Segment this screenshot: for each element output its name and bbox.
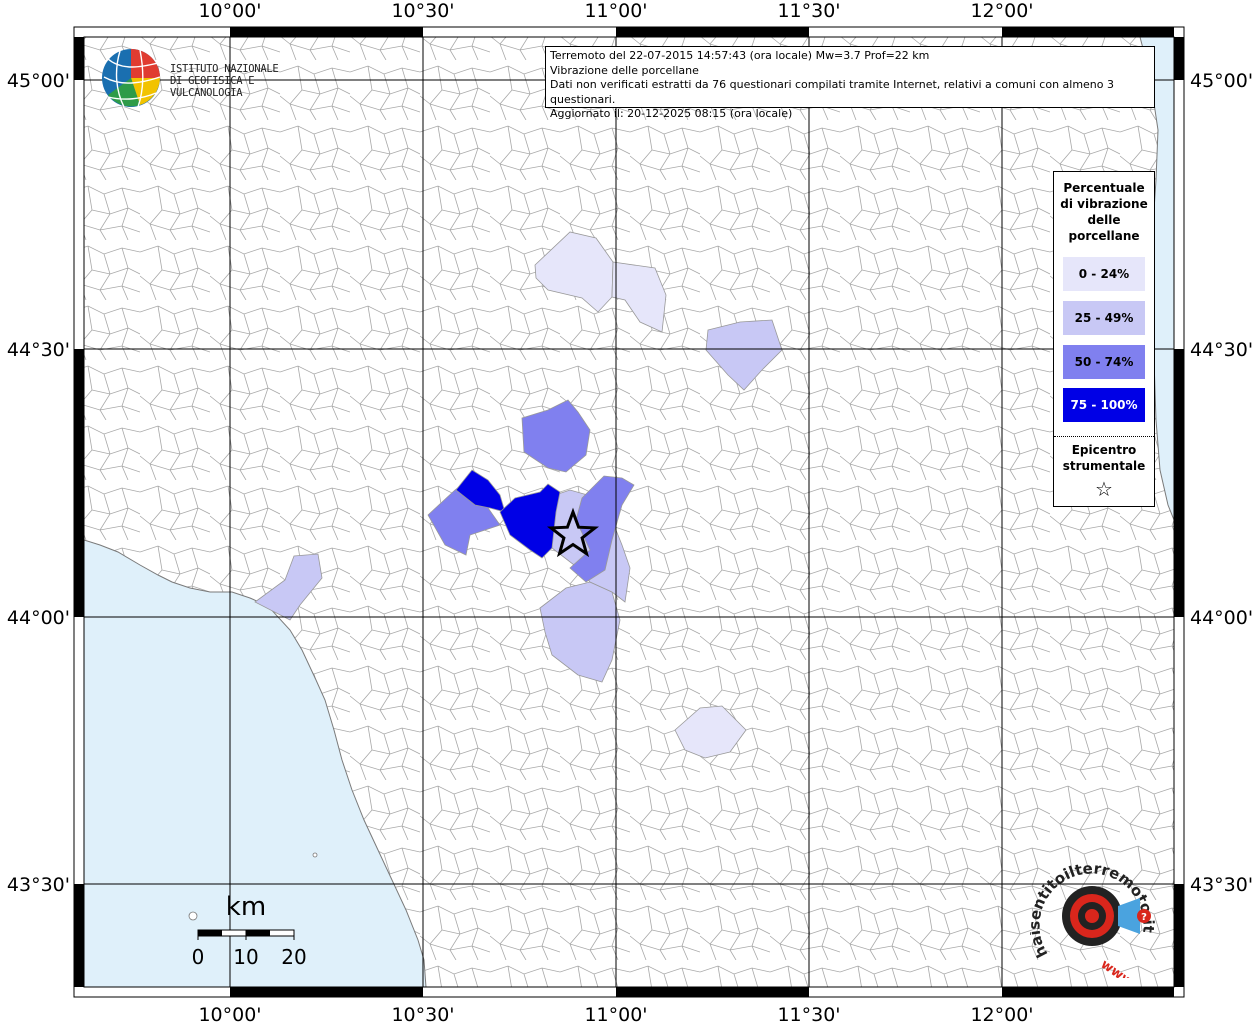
legend-epicenter-line: Epicentro <box>1071 443 1137 457</box>
island <box>188 911 198 921</box>
legend-star-icon: ☆ <box>1095 477 1113 501</box>
legend-title-line: Percentuale <box>1063 181 1145 195</box>
top-label: 11°00' <box>584 0 647 22</box>
legend-class-50-74: 50 - 74% <box>1063 345 1145 379</box>
globe-icon <box>102 49 161 108</box>
map-parameter: Vibrazione delle porcellane <box>550 63 699 77</box>
left-label: 44°00' <box>7 607 70 629</box>
hsit-logo: haisentitoilterremoto.it ? www. <box>1025 858 1160 992</box>
bottom-label: 10°00' <box>198 1004 261 1024</box>
legend-epicenter-line: strumentale <box>1062 459 1146 473</box>
right-label: 45°00' <box>1190 70 1253 92</box>
scale-unit: km <box>226 892 266 922</box>
top-label: 12°00' <box>970 0 1033 22</box>
legend-title-line: di vibrazione <box>1060 197 1148 211</box>
event-info-box: Terremoto del 22-07-2015 14:57:43 (ora l… <box>545 46 1155 120</box>
bottom-label: 11°30' <box>777 1004 840 1024</box>
data-note: Dati non verificati estratti da 76 quest… <box>550 78 1115 106</box>
ingv-logo: ISTITUTO NAZIONALE DI GEOFISICA E VULCAN… <box>100 47 320 109</box>
legend-epicenter-label: Epicentro strumentale <box>1054 442 1154 474</box>
update-time: Aggiornato il: 20-12-2025 08:15 (ora loc… <box>550 107 793 120</box>
left-label: 45°00' <box>7 70 70 92</box>
top-label: 11°30' <box>777 0 840 22</box>
top-label: 10°00' <box>198 0 261 22</box>
scale-label: 20 <box>281 945 306 969</box>
legend-class-75-100: 75 - 100% <box>1063 388 1145 422</box>
legend-class-0-24: 0 - 24% <box>1063 257 1145 291</box>
bottom-label: 11°00' <box>584 1004 647 1024</box>
island <box>312 852 318 858</box>
right-label: 43°30' <box>1190 874 1253 896</box>
top-label: 10°30' <box>391 0 454 22</box>
bottom-label: 12°00' <box>970 1004 1033 1024</box>
event-title: Terremoto del 22-07-2015 14:57:43 (ora l… <box>550 49 930 62</box>
left-label: 43°30' <box>7 874 70 896</box>
left-label: 44°30' <box>7 339 70 361</box>
ingv-line2: DI GEOFISICA E VULCANOLOGIA <box>170 75 255 99</box>
map-area <box>84 37 1174 987</box>
svg-text:?: ? <box>1141 912 1147 923</box>
ingv-line1: ISTITUTO NAZIONALE <box>170 63 279 75</box>
scale-label: 0 <box>192 945 205 969</box>
right-label: 44°00' <box>1190 607 1253 629</box>
legend: Percentuale di vibrazione delle porcella… <box>1053 171 1155 507</box>
legend-title-line: delle <box>1087 213 1121 227</box>
legend-title-line: porcellane <box>1068 229 1140 243</box>
legend-separator <box>1054 436 1154 437</box>
hsit-prefix: www. <box>1098 957 1139 978</box>
legend-title: Percentuale di vibrazione delle porcella… <box>1054 180 1154 244</box>
bottom-label: 10°30' <box>391 1004 454 1024</box>
target-icon: haisentitoilterremoto.it ? www. <box>1025 859 1157 992</box>
legend-class-25-49: 25 - 49% <box>1063 301 1145 335</box>
right-label: 44°30' <box>1190 339 1253 361</box>
scale-label: 10 <box>233 945 258 969</box>
